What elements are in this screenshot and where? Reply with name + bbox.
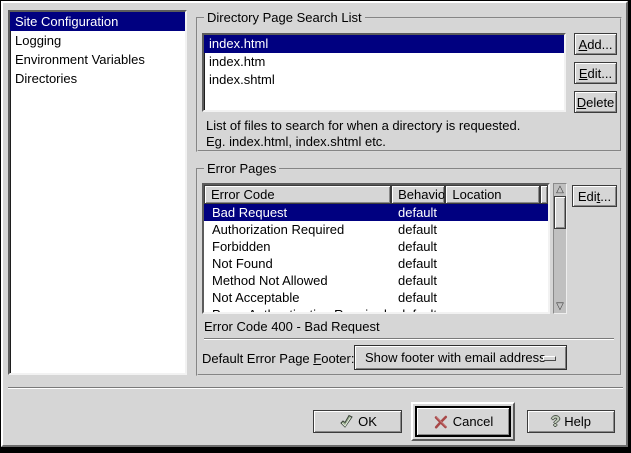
error-pages-group: Error Pages Error Code Behavior Location…: [196, 168, 622, 376]
directory-file-list: index.html index.htm index.shtml: [202, 33, 566, 112]
scroll-down-icon[interactable]: ▽: [554, 301, 566, 313]
footer-dropdown-value: Show footer with email address: [365, 350, 546, 365]
scrollbar-thumb[interactable]: [554, 196, 566, 229]
table-row[interactable]: Not Acceptable default: [204, 289, 548, 306]
ok-check-icon: [338, 414, 354, 430]
ok-button[interactable]: OK: [313, 410, 402, 433]
sidebar-item-directories[interactable]: Directories: [10, 69, 185, 88]
footer-dropdown[interactable]: Show footer with email address: [354, 345, 567, 370]
sidebar-item-logging[interactable]: Logging: [10, 31, 185, 50]
column-header-error-code[interactable]: Error Code: [204, 185, 391, 204]
config-nav-list: Site Configuration Logging Environment V…: [8, 10, 187, 375]
list-item-index-html[interactable]: index.html: [204, 35, 564, 53]
table-row[interactable]: Proxy Authentication Required default: [204, 306, 548, 312]
default-button-ring: Cancel: [411, 402, 515, 441]
error-table-scrollbar[interactable]: △ ▽: [553, 183, 567, 314]
divider: [8, 387, 623, 389]
table-row[interactable]: Not Found default: [204, 255, 548, 272]
cancel-button[interactable]: Cancel: [415, 406, 511, 437]
error-code-status: Error Code 400 - Bad Request: [204, 319, 380, 334]
help-question-icon: ?: [551, 414, 560, 430]
table-row[interactable]: Method Not Allowed default: [204, 272, 548, 289]
directory-page-search-group: Directory Page Search List index.html in…: [196, 17, 622, 152]
edit-button[interactable]: Edit...: [574, 62, 617, 84]
column-header-behavior[interactable]: Behavior: [391, 185, 445, 204]
table-row[interactable]: Forbidden default: [204, 238, 548, 255]
sidebar-item-environment-variables[interactable]: Environment Variables: [10, 50, 185, 69]
scroll-up-icon[interactable]: △: [554, 184, 566, 196]
directory-help-line2: Eg. index.html, index.shtml etc.: [206, 134, 386, 150]
divider: [204, 338, 614, 340]
add-button[interactable]: Add...: [574, 33, 617, 55]
group-title: Directory Page Search List: [204, 11, 365, 25]
column-header-location[interactable]: Location: [445, 185, 540, 204]
error-edit-button[interactable]: Edit...: [572, 185, 617, 207]
option-menu-indicator-icon: [543, 356, 556, 361]
directory-help-line1: List of files to search for when a direc…: [206, 118, 520, 134]
default-error-footer-label: Default Error Page Footer:: [202, 351, 354, 366]
table-row[interactable]: Authorization Required default: [204, 221, 548, 238]
help-button[interactable]: ? Help: [527, 410, 615, 433]
list-item-index-shtml[interactable]: index.shtml: [204, 71, 564, 89]
delete-button[interactable]: Delete: [574, 91, 617, 113]
list-item-index-htm[interactable]: index.htm: [204, 53, 564, 71]
group-title: Error Pages: [204, 162, 279, 176]
window-frame: Site Configuration Logging Environment V…: [0, 0, 631, 453]
site-configuration-dialog: Site Configuration Logging Environment V…: [1, 1, 628, 447]
error-pages-table: Error Code Behavior Location Bad Request…: [202, 183, 550, 314]
column-header-filler: [540, 185, 548, 204]
sidebar-item-site-configuration[interactable]: Site Configuration: [10, 12, 185, 31]
table-body: Bad Request default Authorization Requir…: [204, 204, 548, 312]
table-header-row: Error Code Behavior Location: [204, 185, 548, 204]
table-row[interactable]: Bad Request default: [204, 204, 548, 221]
cancel-x-icon: [433, 414, 449, 430]
